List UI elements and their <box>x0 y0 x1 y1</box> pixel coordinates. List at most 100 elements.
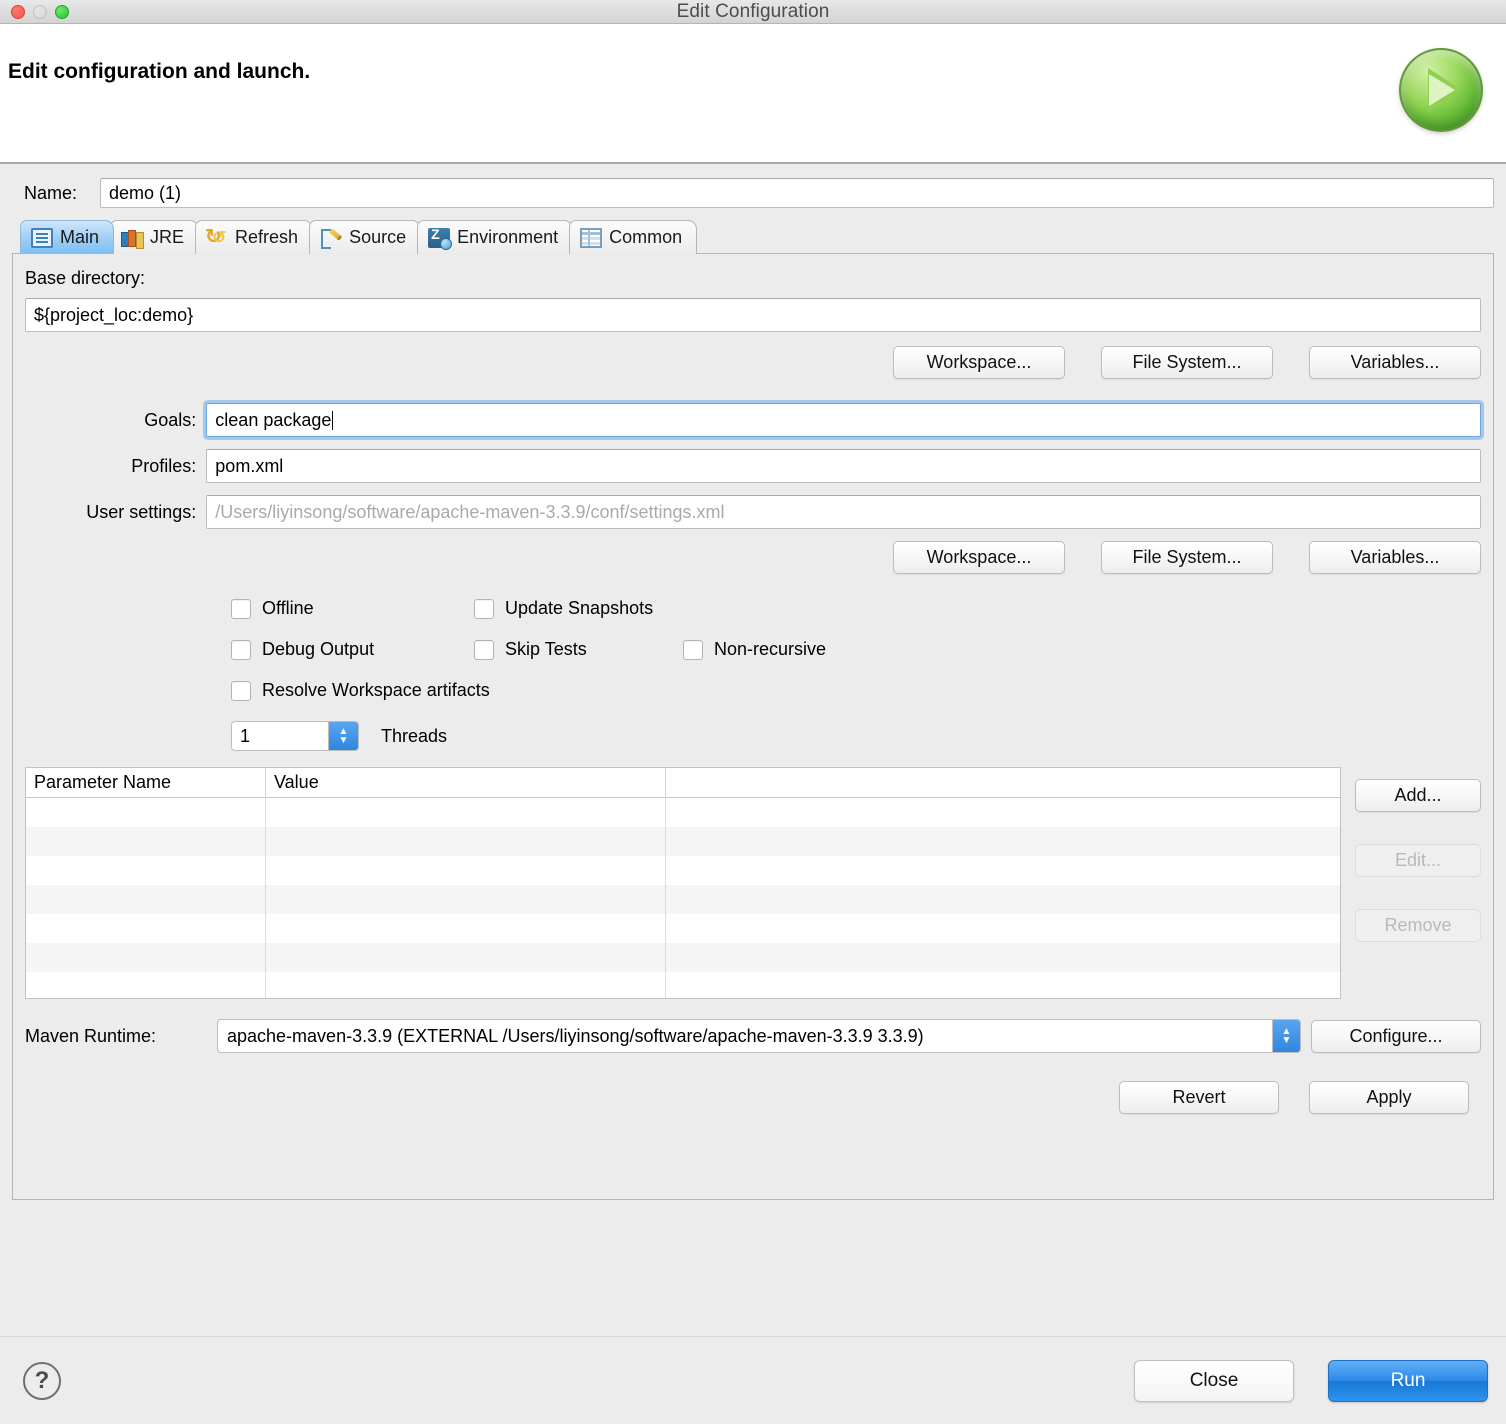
checkbox-row-2: Debug Output Skip Tests Non-recursive <box>25 639 1481 660</box>
run-button[interactable]: Run <box>1328 1359 1488 1402</box>
column-header-extra[interactable] <box>666 768 1340 797</box>
remove-parameter-button: Remove <box>1355 909 1481 942</box>
tab-common-label: Common <box>609 227 683 247</box>
goals-input[interactable]: clean package <box>206 403 1481 437</box>
profiles-row: Profiles: pom.xml <box>25 449 1481 483</box>
table-row[interactable] <box>26 856 1340 885</box>
table-row[interactable] <box>26 827 1340 856</box>
profiles-label: Profiles: <box>131 455 197 476</box>
base-directory-label: Base directory: <box>25 268 146 288</box>
table-row[interactable] <box>26 972 1340 998</box>
non-recursive-checkbox[interactable] <box>683 639 703 660</box>
non-recursive-label: Non-recursive <box>714 639 827 659</box>
name-label: Name: <box>24 182 78 203</box>
table-row[interactable] <box>26 943 1340 972</box>
main-tab-panel: Base directory: ${project_loc:demo} Work… <box>12 253 1494 1200</box>
threads-row: 1 ▲ ▼ Threads <box>25 721 1481 751</box>
maven-runtime-value: apache-maven-3.3.9 (EXTERNAL /Users/liyi… <box>227 1025 924 1046</box>
name-input[interactable]: demo (1) <box>100 178 1494 208</box>
checkbox-row-1: Offline Update Snapshots <box>25 598 1481 619</box>
window-titlebar: Edit Configuration <box>0 0 1506 24</box>
panel-action-buttons: Revert Apply <box>25 1081 1469 1114</box>
parameters-table[interactable]: Parameter Name Value <box>25 767 1341 999</box>
text-caret <box>332 411 334 430</box>
user-settings-label: User settings: <box>86 501 197 522</box>
user-settings-input[interactable]: /Users/liyinsong/software/apache-maven-3… <box>206 495 1481 529</box>
options-checkbox-group: Offline Update Snapshots Debug Output Sk… <box>25 598 1481 701</box>
resolve-workspace-artifacts-checkbox[interactable] <box>231 680 251 701</box>
run-play-icon <box>1399 48 1483 132</box>
skip-tests-checkbox[interactable] <box>474 639 494 660</box>
source-tree-pencil-icon <box>320 228 342 249</box>
base-directory-buttons: Workspace... File System... Variables... <box>25 346 1481 379</box>
goals-value: clean package <box>215 410 332 430</box>
tab-common[interactable]: Common <box>569 220 698 254</box>
checkbox-row-3: Resolve Workspace artifacts <box>25 680 1481 701</box>
window-title: Edit Configuration <box>676 0 830 22</box>
settings-workspace-button[interactable]: Workspace... <box>893 541 1065 574</box>
revert-button[interactable]: Revert <box>1119 1081 1279 1114</box>
main-clipboard-icon <box>31 227 53 248</box>
table-row[interactable] <box>26 885 1340 914</box>
maven-runtime-label: Maven Runtime: <box>25 1025 157 1046</box>
column-header-parameter-name[interactable]: Parameter Name <box>26 768 266 797</box>
refresh-arrows-icon <box>205 224 228 249</box>
parameters-table-body <box>26 798 1340 998</box>
user-settings-row: User settings: /Users/liyinsong/software… <box>25 495 1481 529</box>
tab-environment-label: Environment <box>457 227 559 247</box>
jre-books-icon <box>121 228 143 248</box>
dialog-header: Edit configuration and launch. <box>0 24 1506 164</box>
threads-value[interactable]: 1 <box>232 722 328 750</box>
threads-stepper[interactable]: 1 ▲ ▼ <box>231 721 359 751</box>
base-file-system-button[interactable]: File System... <box>1101 346 1273 379</box>
dialog-footer: ? Close Run <box>0 1336 1506 1424</box>
parameters-table-buttons: Add... Edit... Remove <box>1355 767 1481 999</box>
goals-row: Goals: clean package <box>25 403 1481 437</box>
update-snapshots-checkbox[interactable] <box>474 598 494 619</box>
stepper-arrows-icon[interactable]: ▲ ▼ <box>328 722 358 750</box>
configure-button[interactable]: Configure... <box>1311 1019 1481 1053</box>
tab-bar: Main JRE Refresh Source Environment Comm… <box>20 218 1496 254</box>
edit-parameter-button: Edit... <box>1355 844 1481 877</box>
base-variables-button[interactable]: Variables... <box>1309 346 1481 379</box>
table-row[interactable] <box>26 798 1340 827</box>
skip-tests-label: Skip Tests <box>505 639 587 659</box>
base-workspace-button[interactable]: Workspace... <box>893 346 1065 379</box>
close-button-footer[interactable]: Close <box>1134 1359 1294 1402</box>
tab-refresh-label: Refresh <box>235 227 299 247</box>
parameters-table-header: Parameter Name Value <box>26 768 1340 798</box>
tab-source[interactable]: Source <box>309 220 422 254</box>
parameters-section: Parameter Name Value Add... Edit... Remo… <box>25 767 1481 999</box>
tab-jre[interactable]: JRE <box>110 220 200 254</box>
tab-jre-label: JRE <box>150 227 185 247</box>
tab-source-label: Source <box>349 227 407 247</box>
dialog-body: Name: demo (1) Main JRE Refresh Source E… <box>0 164 1506 1336</box>
maven-runtime-select[interactable]: apache-maven-3.3.9 (EXTERNAL /Users/liyi… <box>217 1019 1301 1053</box>
debug-output-label: Debug Output <box>262 639 375 659</box>
maven-runtime-row: Maven Runtime: apache-maven-3.3.9 (EXTER… <box>25 1019 1481 1053</box>
tab-refresh[interactable]: Refresh <box>195 220 314 254</box>
settings-variables-button[interactable]: Variables... <box>1309 541 1481 574</box>
apply-button[interactable]: Apply <box>1309 1081 1469 1114</box>
column-header-value[interactable]: Value <box>266 768 666 797</box>
offline-label: Offline <box>262 598 314 618</box>
profiles-input[interactable]: pom.xml <box>206 449 1481 483</box>
goals-label: Goals: <box>144 409 197 430</box>
table-row[interactable] <box>26 914 1340 943</box>
tab-main-label: Main <box>60 227 100 247</box>
environment-icon <box>428 226 453 250</box>
offline-checkbox[interactable] <box>231 598 251 619</box>
settings-file-system-button[interactable]: File System... <box>1101 541 1273 574</box>
threads-label: Threads <box>381 725 448 746</box>
add-parameter-button[interactable]: Add... <box>1355 779 1481 812</box>
chevron-updown-icon[interactable]: ▲ ▼ <box>1272 1020 1300 1052</box>
update-snapshots-label: Update Snapshots <box>505 598 654 618</box>
debug-output-checkbox[interactable] <box>231 639 251 660</box>
common-table-icon <box>580 227 603 248</box>
tab-main[interactable]: Main <box>20 220 115 254</box>
tab-environment[interactable]: Environment <box>417 220 574 254</box>
name-row: Name: demo (1) <box>12 178 1494 208</box>
user-settings-buttons: Workspace... File System... Variables... <box>25 541 1481 574</box>
help-question-icon[interactable]: ? <box>23 1361 61 1400</box>
base-directory-input[interactable]: ${project_loc:demo} <box>25 298 1481 332</box>
